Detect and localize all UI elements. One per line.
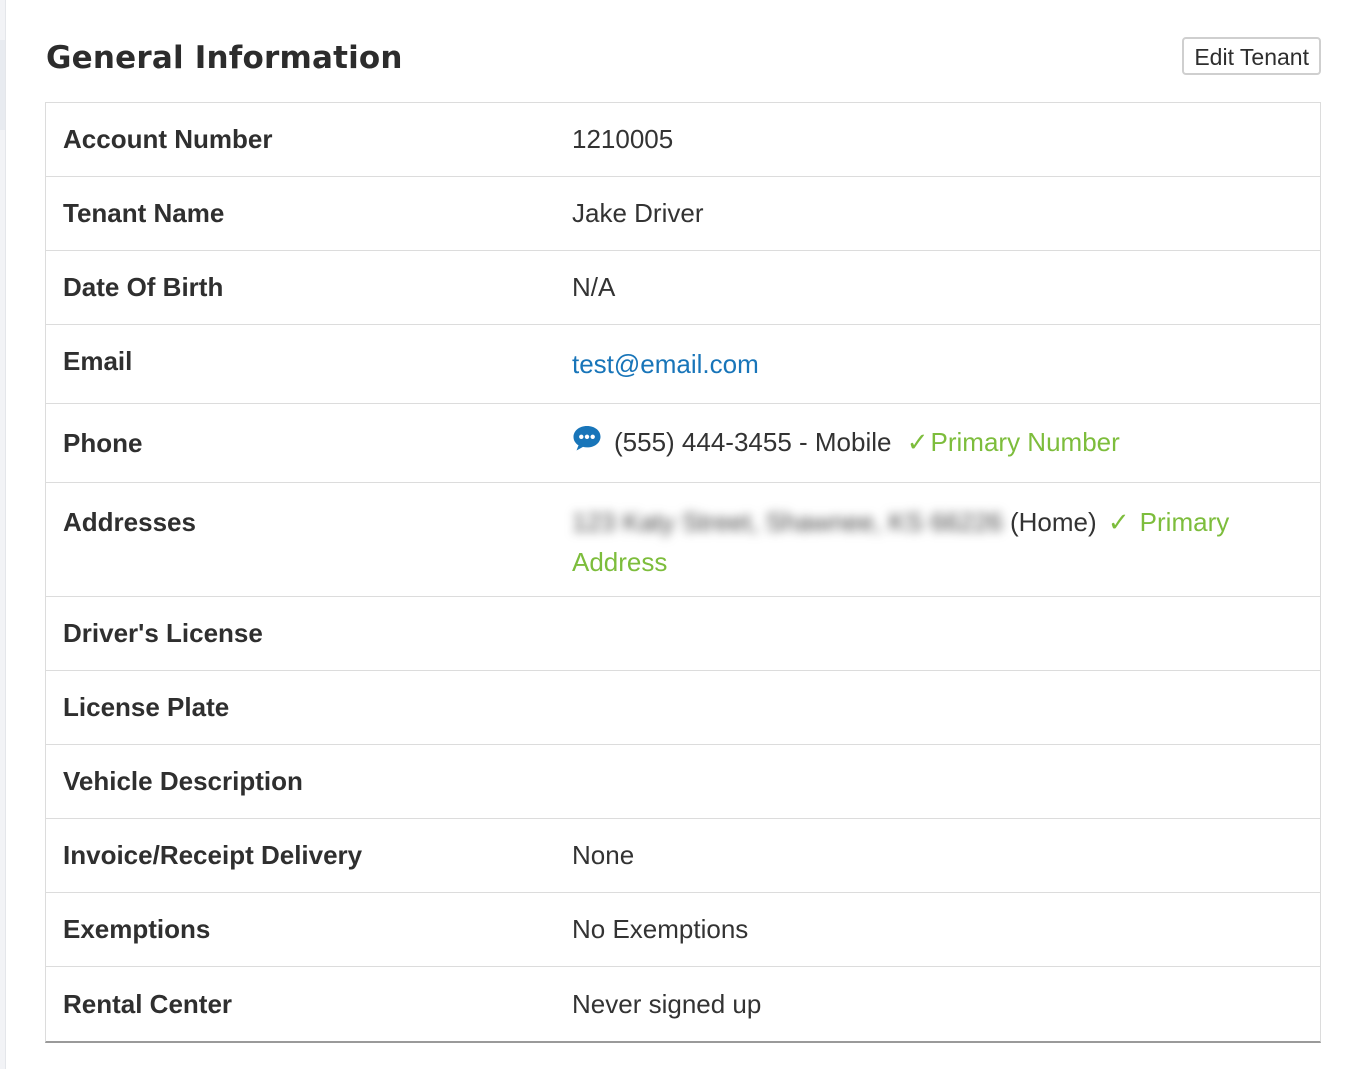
checkmark-icon: ✓: [1107, 507, 1130, 537]
row-label: Driver's License: [63, 618, 263, 648]
row-label: Exemptions: [63, 914, 211, 944]
edit-tenant-button[interactable]: Edit Tenant: [1182, 37, 1321, 75]
row-value: 1210005: [572, 124, 674, 154]
row-date-of-birth: Date Of Birth N/A: [46, 251, 1320, 325]
row-account-number: Account Number 1210005: [46, 103, 1320, 177]
general-info-table: Account Number 1210005 Tenant Name Jake …: [45, 102, 1321, 1043]
row-label: Rental Center: [63, 988, 233, 1019]
row-label: Account Number: [63, 124, 273, 154]
row-rental-center: Rental Center Never signed up: [46, 967, 1320, 1041]
chat-bubble-icon[interactable]: [572, 424, 602, 459]
checkmark-icon: ✓: [906, 427, 929, 458]
page-left-edge-tick: [0, 40, 5, 130]
row-label: Invoice/Receipt Delivery: [63, 840, 363, 870]
row-exemptions: Exemptions No Exemptions: [46, 893, 1320, 967]
primary-number-badge: Primary Number: [930, 427, 1120, 458]
phone-number: (555) 444-3455 - Mobile: [614, 427, 892, 458]
page-left-edge: [0, 0, 6, 1069]
row-vehicle-description: Vehicle Description: [46, 745, 1320, 819]
row-label: Vehicle Description: [63, 766, 303, 796]
email-link[interactable]: test@email.com: [572, 349, 759, 379]
row-label: License Plate: [63, 692, 230, 722]
row-tenant-name: Tenant Name Jake Driver: [46, 177, 1320, 251]
row-invoice-receipt-delivery: Invoice/Receipt Delivery None: [46, 819, 1320, 893]
row-value: test@email.com: [572, 349, 1320, 380]
row-value: Never signed up: [572, 988, 762, 1019]
row-value: N/A: [572, 272, 616, 302]
row-value: None: [572, 840, 635, 870]
address-text: 123 Katy Street, Shawnee, KS 66226: [572, 507, 1003, 537]
row-drivers-license: Driver's License: [46, 597, 1320, 671]
row-label: Email: [63, 345, 133, 376]
section-title: General Information: [46, 40, 403, 76]
row-value: No Exemptions: [572, 914, 749, 944]
row-license-plate: License Plate: [46, 671, 1320, 745]
row-label: Date Of Birth: [63, 272, 224, 302]
row-value: (555) 444-3455 - Mobile ✓Primary Number: [572, 424, 1320, 459]
row-value: 123 Katy Street, Shawnee, KS 66226 (Home…: [572, 502, 1320, 582]
row-phone: Phone (555) 444-3455 - Mobile ✓Primary N…: [46, 404, 1320, 483]
row-label: Addresses: [63, 507, 196, 537]
row-label: Phone: [63, 427, 143, 458]
row-label: Tenant Name: [63, 198, 225, 228]
row-addresses: Addresses 123 Katy Street, Shawnee, KS 6…: [46, 483, 1320, 597]
row-email: Email test@email.com: [46, 325, 1320, 404]
section-header: General Information Edit Tenant: [46, 34, 1321, 86]
address-type: (Home): [1002, 507, 1104, 537]
row-value: Jake Driver: [572, 198, 704, 228]
